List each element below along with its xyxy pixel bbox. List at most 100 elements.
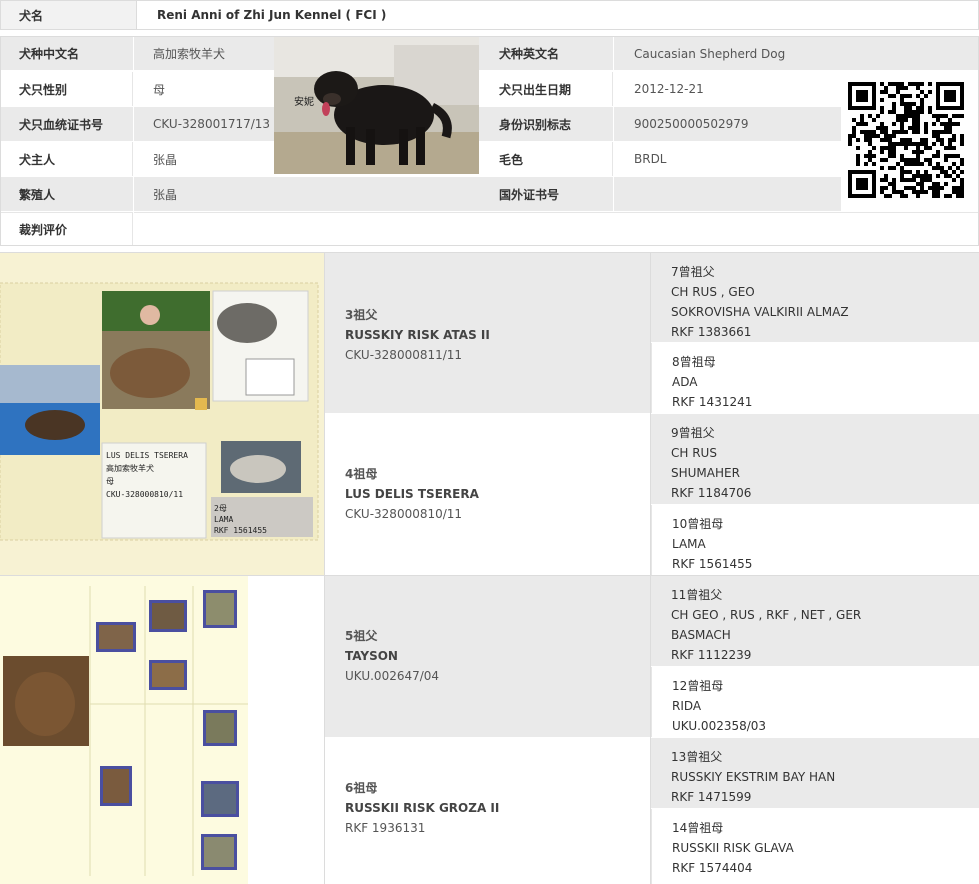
great-grandparent-13-name[interactable]: RUSSKIY EKSTRIM BAY HAN bbox=[671, 767, 959, 787]
pedigree-row-divider bbox=[0, 575, 979, 576]
great-grandparent-13-cell: 13曾祖父 RUSSKIY EKSTRIM BAY HAN RKF 147159… bbox=[651, 738, 979, 808]
breeder-value: 张晶 bbox=[153, 187, 178, 202]
breed-cn-value-cell: 高加索牧羊犬 bbox=[134, 37, 274, 71]
grandparent-4-name[interactable]: LUS DELIS TSERERA bbox=[345, 484, 630, 504]
grandparent-3-reg: CKU-328000811/11 bbox=[345, 348, 463, 362]
color-label-cell: 毛色 bbox=[479, 142, 613, 176]
photo-caption: 安妮 bbox=[294, 97, 314, 108]
foreign-label: 国外证书号 bbox=[499, 187, 560, 202]
breeder-value-cell: 张晶 bbox=[134, 177, 479, 211]
great-grandparent-12-rel: 12曾祖母 bbox=[672, 679, 724, 693]
collage1-line4: CKU-328000810/11 bbox=[106, 490, 184, 499]
breed-en-label: 犬种英文名 bbox=[499, 47, 560, 61]
great-grandparent-8-rel: 8曾祖母 bbox=[672, 355, 716, 369]
dam-pedigree-collage[interactable] bbox=[0, 576, 248, 884]
sex-value-cell: 母 bbox=[134, 72, 274, 106]
great-grandparent-11-cell: 11曾祖父 CH GEO , RUS , RKF , NET , GER BAS… bbox=[651, 576, 979, 666]
great-grandparent-14-reg: RKF 1574404 bbox=[672, 861, 753, 875]
great-grandparent-10-reg: RKF 1561455 bbox=[672, 557, 753, 571]
pedigree-divider-1 bbox=[324, 252, 325, 884]
grandparent-6-name[interactable]: RUSSKII RISK GROZA II bbox=[345, 798, 630, 818]
dob-value-cell: 2012-12-21 bbox=[614, 72, 841, 106]
great-grandparent-13-rel: 13曾祖父 bbox=[671, 750, 723, 764]
great-grandparent-14-name[interactable]: RUSSKII RISK GLAVA bbox=[672, 838, 959, 858]
great-grandparent-7-cell: 7曾祖父 CH RUS , GEO SOKROVISHA VALKIRII AL… bbox=[651, 252, 979, 342]
great-grandparent-7-title: CH RUS , GEO bbox=[671, 285, 755, 299]
owner-value-cell: 张晶 bbox=[134, 142, 274, 176]
great-grandparent-10-cell: 10曾祖母 LAMA RKF 1561455 bbox=[651, 505, 979, 575]
breed-en-value-cell: Caucasian Shepherd Dog bbox=[614, 37, 978, 71]
grandparent-6-reg: RKF 1936131 bbox=[345, 821, 426, 835]
great-grandparent-9-title: CH RUS bbox=[671, 446, 717, 460]
great-grandparent-7-rel: 7曾祖父 bbox=[671, 265, 715, 279]
collage1-line1: LUS DELIS TSERERA bbox=[106, 451, 188, 460]
great-grandparent-11-name[interactable]: BASMACH bbox=[671, 625, 959, 645]
sire-pedigree-collage[interactable]: LUS DELIS TSERERA 高加索牧羊犬 母 CKU-328000810… bbox=[0, 252, 324, 575]
reg-value-cell: CKU-328001717/13 bbox=[134, 107, 274, 141]
owner-value: 张晶 bbox=[153, 152, 178, 167]
great-grandparent-14-cell: 14曾祖母 RUSSKII RISK GLAVA RKF 1574404 bbox=[651, 809, 979, 884]
grandparent-3-rel: 3祖父 bbox=[345, 308, 378, 322]
name-value-cell: Reni Anni of Zhi Jun Kennel ( FCI ) bbox=[136, 0, 979, 30]
judge-label-cell: 裁判评价 bbox=[1, 212, 133, 245]
collage1-mini-reg: RKF 1561455 bbox=[214, 526, 267, 535]
reg-label-cell: 犬只血统证书号 bbox=[1, 107, 133, 141]
collage1-line3: 母 bbox=[106, 477, 114, 486]
great-grandparent-10-rel: 10曾祖母 bbox=[672, 517, 724, 531]
grandparent-5-reg: UKU.002647/04 bbox=[345, 669, 440, 683]
great-grandparent-7-reg: RKF 1383661 bbox=[671, 325, 752, 339]
great-grandparent-13-reg: RKF 1471599 bbox=[671, 790, 752, 804]
color-value: BRDL bbox=[634, 152, 667, 166]
id-value-cell: 900250000502979 bbox=[614, 107, 841, 141]
foreign-label-cell: 国外证书号 bbox=[479, 177, 613, 211]
grandparent-4-cell: 4祖母 LUS DELIS TSERERA CKU-328000810/11 bbox=[325, 414, 650, 575]
great-grandparent-9-rel: 9曾祖父 bbox=[671, 426, 715, 440]
reg-label: 犬只血统证书号 bbox=[19, 117, 104, 132]
grandparent-4-rel: 4祖母 bbox=[345, 467, 378, 481]
breeder-label-cell: 繁殖人 bbox=[1, 177, 133, 211]
grandparent-5-name[interactable]: TAYSON bbox=[345, 646, 630, 666]
judge-value-cell bbox=[134, 212, 978, 245]
id-label-cell: 身份识别标志 bbox=[479, 107, 613, 141]
great-grandparent-11-rel: 11曾祖父 bbox=[671, 588, 723, 602]
grandparent-4-reg: CKU-328000810/11 bbox=[345, 507, 463, 521]
grandparent-3-name[interactable]: RUSSKIY RISK ATAS II bbox=[345, 325, 630, 345]
sex-label-cell: 犬只性别 bbox=[1, 72, 133, 106]
great-grandparent-7-name[interactable]: SOKROVISHA VALKIRII ALMAZ bbox=[671, 302, 959, 322]
foreign-value-cell bbox=[614, 177, 841, 211]
great-grandparent-11-title: CH GEO , RUS , RKF , NET , GER bbox=[671, 608, 862, 622]
collage1-line2: 高加索牧羊犬 bbox=[106, 464, 154, 473]
great-grandparent-9-cell: 9曾祖父 CH RUS SHUMAHER RKF 1184706 bbox=[651, 414, 979, 504]
qr-code-image bbox=[848, 82, 964, 198]
great-grandparent-8-reg: RKF 1431241 bbox=[672, 395, 753, 409]
great-grandparent-8-cell: 8曾祖母 ADA RKF 1431241 bbox=[651, 343, 979, 413]
great-grandparent-9-name[interactable]: SHUMAHER bbox=[671, 463, 959, 483]
grandparent-6-cell: 6祖母 RUSSKII RISK GROZA II RKF 1936131 bbox=[325, 738, 650, 884]
name-label: 犬名 bbox=[19, 8, 44, 23]
id-value: 900250000502979 bbox=[634, 117, 749, 131]
grandparent-5-rel: 5祖父 bbox=[345, 629, 378, 643]
dob-label: 犬只出生日期 bbox=[499, 82, 572, 97]
owner-label-cell: 犬主人 bbox=[1, 142, 133, 176]
great-grandparent-10-name[interactable]: LAMA bbox=[672, 534, 959, 554]
great-grandparent-12-name[interactable]: RIDA bbox=[672, 696, 959, 716]
owner-label: 犬主人 bbox=[19, 152, 56, 167]
dog-photo[interactable]: 安妮 bbox=[274, 37, 479, 174]
reg-value: CKU-328001717/13 bbox=[153, 117, 271, 131]
grandparent-5-cell: 5祖父 TAYSON UKU.002647/04 bbox=[325, 576, 650, 737]
great-grandparent-12-cell: 12曾祖母 RIDA UKU.002358/03 bbox=[651, 667, 979, 737]
great-grandparent-11-reg: RKF 1112239 bbox=[671, 648, 752, 662]
sex-label: 犬只性别 bbox=[19, 82, 68, 97]
great-grandparent-8-name[interactable]: ADA bbox=[672, 372, 959, 392]
judge-label: 裁判评价 bbox=[19, 222, 68, 237]
collage1-mini-text: 2母 LAMA RKF 1561455 bbox=[214, 503, 267, 536]
collage1-mini-name: LAMA bbox=[214, 515, 234, 524]
great-grandparent-12-reg: UKU.002358/03 bbox=[672, 719, 767, 733]
dog-name: Reni Anni of Zhi Jun Kennel ( FCI ) bbox=[157, 8, 387, 22]
dob-value: 2012-12-21 bbox=[634, 82, 704, 96]
id-label: 身份识别标志 bbox=[499, 117, 572, 132]
dob-label-cell: 犬只出生日期 bbox=[479, 72, 613, 106]
collage1-text: LUS DELIS TSERERA 高加索牧羊犬 母 CKU-328000810… bbox=[106, 449, 188, 501]
qr-code[interactable] bbox=[848, 82, 964, 198]
color-label: 毛色 bbox=[499, 152, 524, 167]
